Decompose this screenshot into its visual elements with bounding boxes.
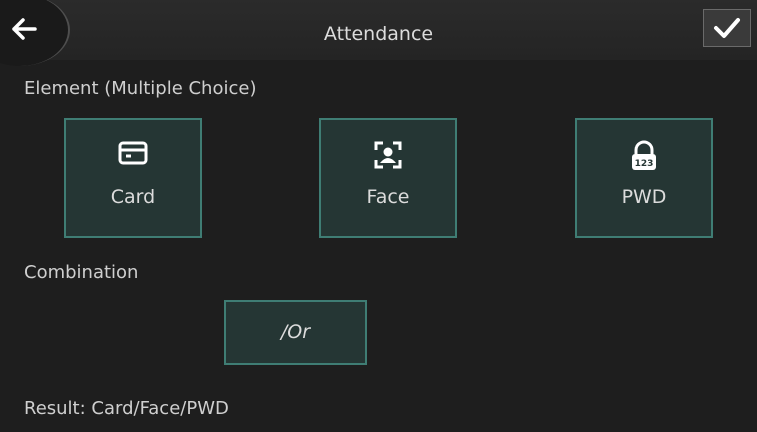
password-lock-icon: 123 — [632, 140, 656, 170]
svg-text:123: 123 — [635, 159, 654, 169]
combination-or-button[interactable]: /Or — [224, 300, 367, 365]
combination-section-label: Combination — [24, 262, 139, 283]
element-option-face[interactable]: Face — [319, 118, 457, 238]
page-title: Attendance — [323, 23, 434, 45]
face-icon — [374, 141, 402, 169]
element-option-label: Card — [110, 186, 156, 208]
result-text: Result: Card/Face/PWD — [24, 398, 229, 419]
element-option-pwd[interactable]: 123 PWD — [575, 118, 713, 238]
element-option-label: Face — [366, 186, 410, 208]
element-option-card[interactable]: Card — [64, 118, 202, 238]
title-bar: Attendance — [0, 0, 757, 66]
confirm-button[interactable] — [703, 9, 751, 47]
card-icon — [118, 141, 148, 165]
element-section-label: Element (Multiple Choice) — [24, 78, 257, 99]
element-option-label: PWD — [621, 186, 667, 208]
checkmark-icon — [714, 18, 740, 38]
